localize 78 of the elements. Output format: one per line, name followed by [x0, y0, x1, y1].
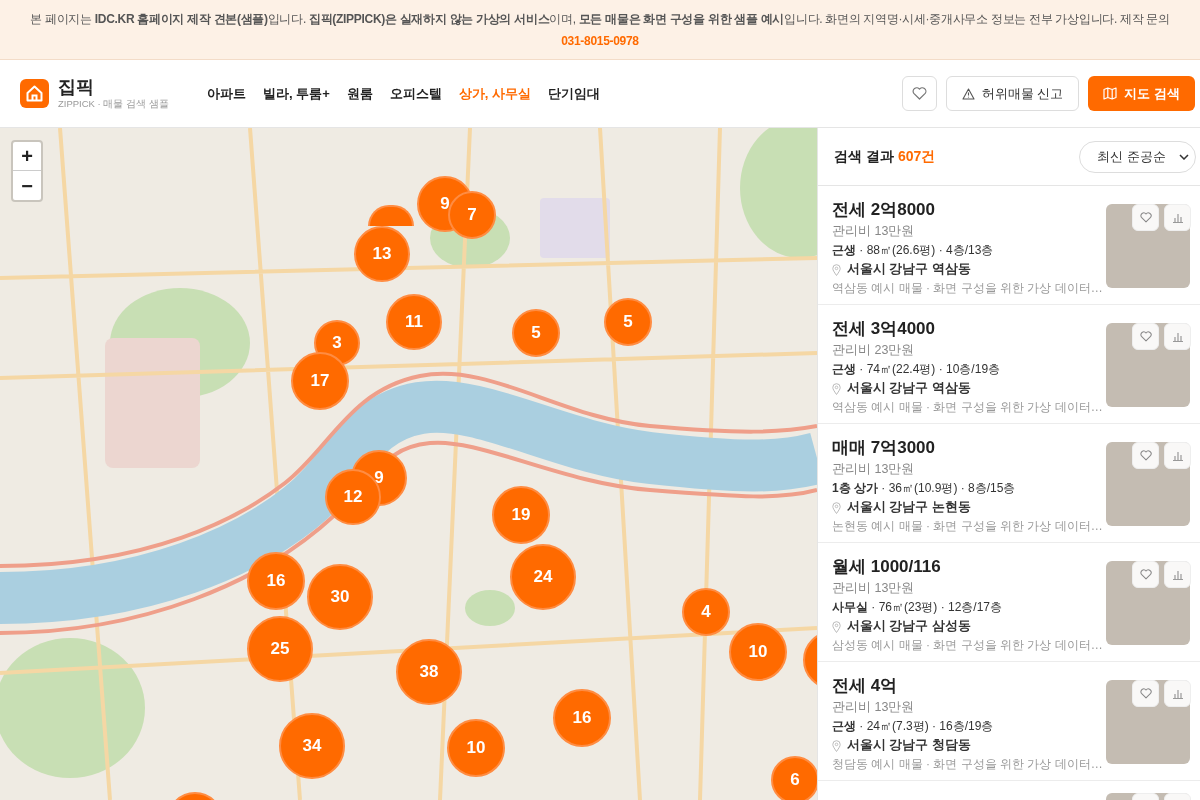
- report-button[interactable]: 허위매물 신고: [945, 76, 1080, 111]
- favorite-button[interactable]: [901, 76, 937, 111]
- nav-tab[interactable]: 상가, 사무실: [458, 83, 532, 104]
- pin-icon: [832, 263, 841, 276]
- favorite-button[interactable]: [1132, 204, 1159, 231]
- listing-description: 청담동 예시 매물 · 화면 구성을 위한 가상 데이터…: [832, 756, 1104, 773]
- pin-icon: [832, 501, 841, 514]
- nav-tab[interactable]: 아파트: [207, 83, 246, 104]
- listing-location: 서울시 강남구 역삼동: [847, 380, 971, 398]
- favorite-button[interactable]: [1132, 680, 1159, 707]
- listing-fee: 관리비 13만원: [832, 699, 916, 716]
- notice-text: 본 페이지는 IDC.KR 홈페이지 제작 견본(샘플)입니다. 집픽(ZIPPICK)은 실재하지 않는 가상의 서비스이며, 모든 매물은 화면 구성을 위한 샘플 예시입니다. 화면의 지역명·시세·중개사무소 정보는 전부 가상입니다. 제작 문의 031-8015-0978: [29, 10, 1171, 50]
- nav-tab[interactable]: 빌라, 투룸+: [263, 83, 330, 104]
- listing-price: 월세 1000/116: [832, 556, 942, 578]
- map-search-button[interactable]: 지도 검색: [1088, 76, 1195, 111]
- bar-chart-icon: [1171, 331, 1184, 342]
- listing-fee: 관리비 13만원: [832, 461, 916, 478]
- logo-tagline: ZIPPICK · 매물 검색 샘플: [58, 96, 169, 111]
- compare-button[interactable]: [1164, 680, 1191, 707]
- heart-icon: [1139, 688, 1152, 699]
- warning-icon: [961, 87, 975, 100]
- listing-card[interactable]: 매매 7억3000 관리비 13만원 1층 상가 · 36㎡(10.9평) · 8층/15층 서울시 강남구 논현동 논현동 예시 매물 · 화면 구성을 위한 가상 데이터…: [818, 424, 1200, 543]
- bar-chart-icon: [1171, 569, 1184, 580]
- zoom-in-button[interactable]: +: [13, 142, 41, 171]
- listing-card[interactable]: 월세 1000/116 관리비 13만원 사무실 · 76㎡(23평) · 12층/17층 서울시 강남구 삼성동 삼성동 예시 매물 · 화면 구성을 위한 가상 데이터…: [818, 543, 1200, 662]
- listing-description: 논현동 예시 매물 · 화면 구성을 위한 가상 데이터…: [832, 518, 1104, 535]
- compare-button[interactable]: [1164, 323, 1191, 350]
- listing-price: 매매 7억3000: [832, 437, 936, 459]
- listing-spec: 사무실 · 76㎡(23평) · 12층/17층: [832, 599, 1004, 616]
- listing-card[interactable]: 전세 3억4000 관리비 23만원 근생 · 74㎡(22.4평) · 10층/19층 서울시 강남구 역삼동 역삼동 예시 매물 · 화면 구성을 위한 가상 데이터…: [818, 305, 1200, 424]
- pin-icon: [832, 739, 841, 752]
- listing-fee: 관리비 13만원: [832, 580, 916, 597]
- bar-chart-icon: [1171, 450, 1184, 461]
- chevron-down-icon: [1179, 153, 1189, 160]
- heart-icon: [1139, 450, 1152, 461]
- listing-location: 서울시 강남구 삼성동: [847, 618, 971, 636]
- listing-card[interactable]: 전세 2억8000 관리비 13만원 근생 · 88㎡(26.6평) · 4층/13층 서울시 강남구 역삼동 역삼동 예시 매물 · 화면 구성을 위한 가상 데이터…: [818, 186, 1200, 305]
- listing-spec: 근생 · 88㎡(26.6평) · 4층/13층: [832, 242, 995, 259]
- listing-price: 전세 3억4000: [832, 318, 936, 340]
- heart-icon: [911, 87, 927, 100]
- listing-description: 역삼동 예시 매물 · 화면 구성을 위한 가상 데이터…: [832, 399, 1104, 416]
- compare-button[interactable]: [1164, 442, 1191, 469]
- listing-fee: 관리비 13만원: [832, 223, 916, 240]
- favorite-button[interactable]: [1132, 442, 1159, 469]
- favorite-button[interactable]: [1132, 323, 1159, 350]
- listing-fee: 관리비 23만원: [832, 342, 916, 359]
- favorite-button[interactable]: [1132, 561, 1159, 588]
- listing-location: 서울시 강남구 논현동: [847, 499, 971, 517]
- listing-description: 역삼동 예시 매물 · 화면 구성을 위한 가상 데이터…: [832, 280, 1104, 297]
- listing-price: 전세 2억8000: [832, 199, 936, 221]
- map-icon: [1103, 87, 1118, 100]
- listing-spec: 1층 상가 · 36㎡(10.9평) · 8층/15층: [832, 480, 1017, 497]
- nav-tab[interactable]: 원룸: [346, 83, 373, 104]
- pin-icon: [832, 382, 841, 395]
- zoom-out-button[interactable]: −: [13, 171, 41, 200]
- compare-button[interactable]: [1164, 561, 1191, 588]
- logo-name: 집픽: [58, 76, 95, 97]
- nav-tab[interactable]: 오피스텔: [389, 83, 442, 104]
- listing-description: 삼성동 예시 매물 · 화면 구성을 위한 가상 데이터…: [832, 637, 1104, 654]
- heart-icon: [1139, 331, 1152, 342]
- listing-location: 서울시 강남구 청담동: [847, 737, 971, 755]
- bar-chart-icon: [1171, 212, 1184, 223]
- results-label: 검색 결과: [834, 147, 894, 166]
- listing-spec: 근생 · 24㎡(7.3평) · 16층/19층: [832, 718, 995, 735]
- contact-link[interactable]: 031-8015-0978: [561, 33, 639, 48]
- listing-spec: 근생 · 74㎡(22.4평) · 10층/19층: [832, 361, 1002, 378]
- heart-icon: [1139, 212, 1152, 223]
- sort-select[interactable]: 최신 준공순: [1079, 140, 1196, 173]
- nav-tab[interactable]: 단기임대: [548, 83, 601, 104]
- bar-chart-icon: [1171, 688, 1184, 699]
- house-logo-icon: [20, 79, 49, 108]
- listing-price: 전세 4억: [832, 675, 899, 697]
- listing-card[interactable]: 전세 4억 관리비 13만원 근생 · 24㎡(7.3평) · 16층/19층 서울시 강남구 청담동 청담동 예시 매물 · 화면 구성을 위한 가상 데이터…: [818, 662, 1200, 781]
- results-count: 607건: [897, 147, 936, 166]
- listing-location: 서울시 강남구 역삼동: [847, 261, 971, 279]
- heart-icon: [1139, 569, 1152, 580]
- compare-button[interactable]: [1164, 204, 1191, 231]
- pin-icon: [832, 620, 841, 633]
